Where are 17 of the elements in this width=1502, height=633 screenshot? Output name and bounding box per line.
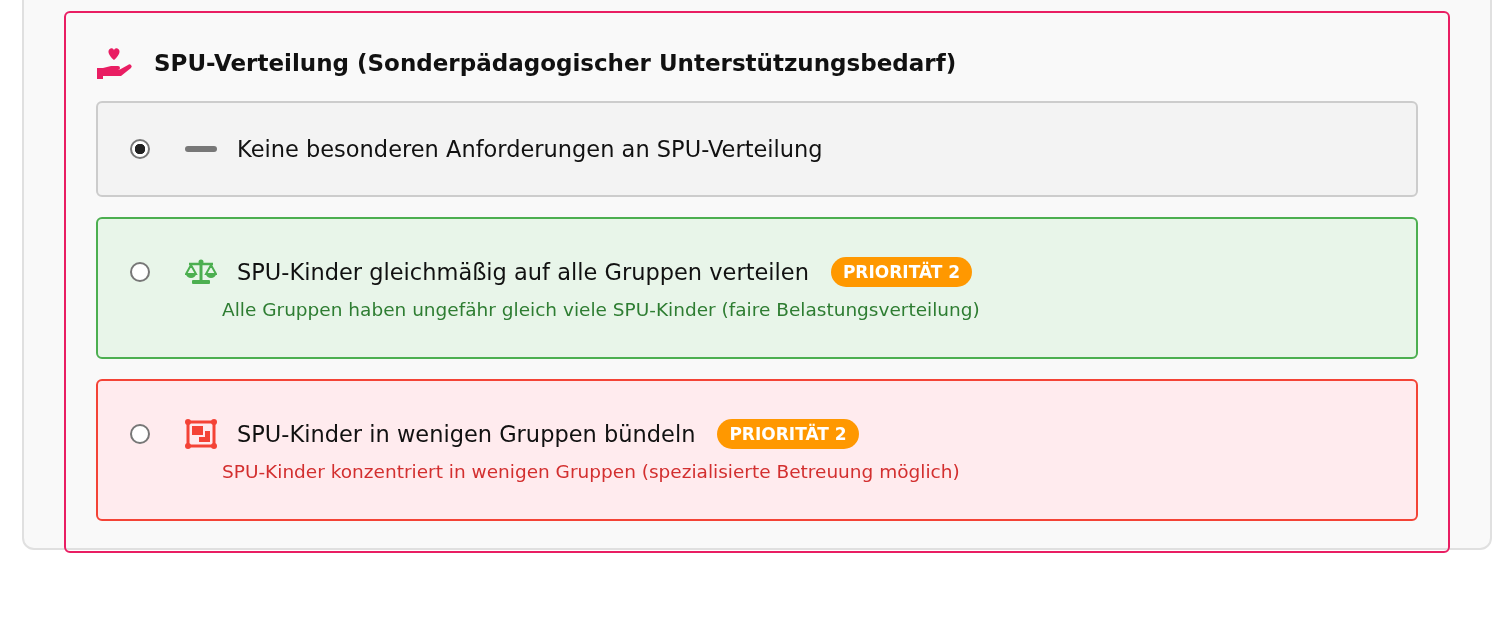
- option-label: SPU-Kinder in wenigen Gruppen bündeln: [237, 420, 696, 447]
- option-card[interactable]: SPU-Kinder in wenigen Gruppen bündeln PRIORITÄT 2 SPU-Kinder konzentriert in wenigen Gruppen (spezialisierte Betreuung möglich): [96, 379, 1418, 521]
- radio-button[interactable]: [130, 139, 150, 159]
- priority-badge: PRIORITÄT 2: [830, 256, 973, 287]
- option-card[interactable]: SPU-Kinder gleichmäßig auf alle Gruppen verteilen PRIORITÄT 2 Alle Gruppen haben ungefähr gleich viele SPU-Kinder (faire Belastungsverteilung): [96, 217, 1418, 359]
- overlapping-squares-icon: [185, 418, 217, 449]
- priority-badge: PRIORITÄT 2: [717, 418, 859, 449]
- minus-icon: [185, 146, 217, 152]
- option-description: SPU-Kinder konzentriert in wenigen Gruppen (spezialisierte Betreuung möglich): [222, 460, 961, 482]
- option-label: SPU-Kinder gleichmäßig auf alle Gruppen verteilen: [237, 258, 809, 285]
- radio-button[interactable]: [130, 261, 150, 282]
- radio-button[interactable]: [130, 423, 150, 444]
- scale-icon: [185, 258, 217, 285]
- option-description: Alle Gruppen haben ungefähr gleich viele SPU-Kinder (faire Belastungsverteilung): [222, 298, 981, 320]
- option-card[interactable]: Keine besonderen Anforderungen an SPU-Verteilung: [96, 101, 1418, 197]
- section-title: SPU-Verteilung (Sonderpädagogischer Unterstützungsbedarf): [154, 50, 957, 76]
- option-label: Keine besonderen Anforderungen an SPU-Verteilung: [237, 136, 823, 162]
